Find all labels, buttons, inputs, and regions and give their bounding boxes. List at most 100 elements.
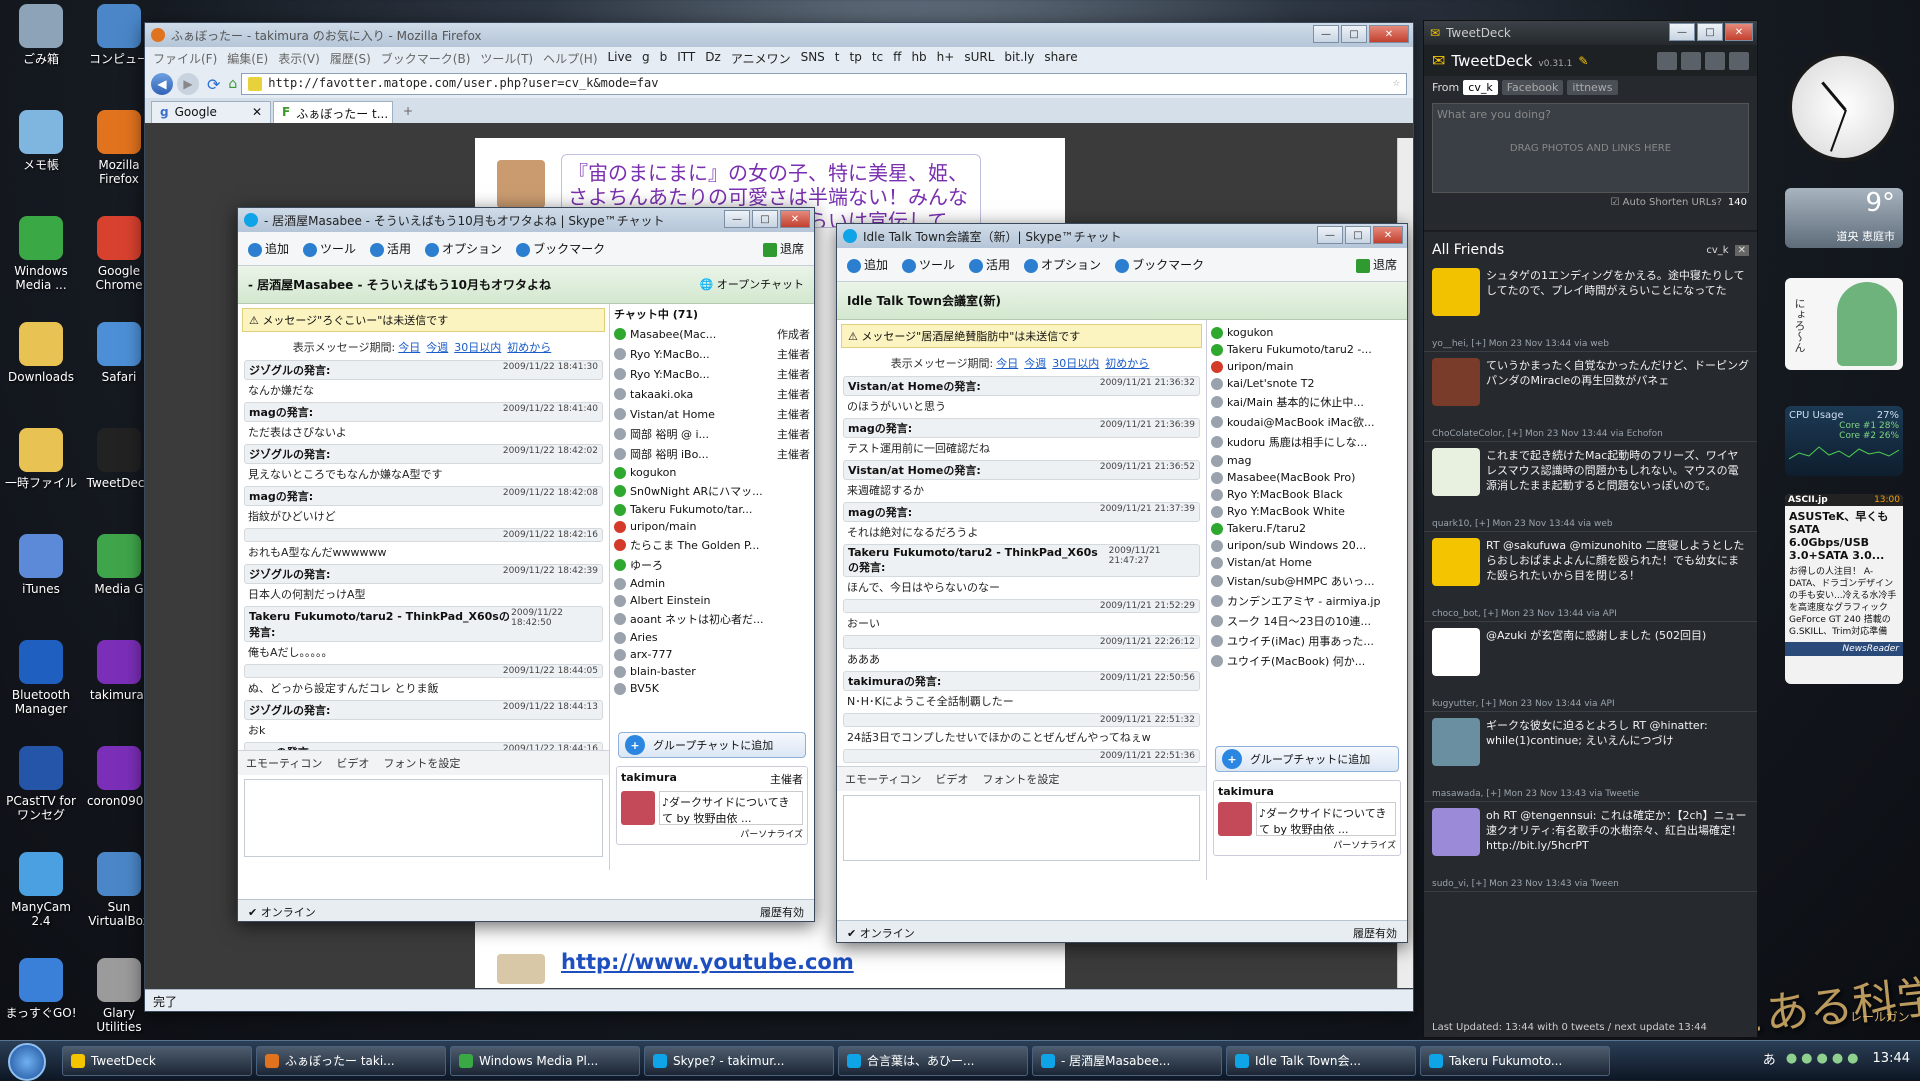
tweet-meta[interactable]: quark10, [+] Mon 23 Nov 13:44 via web (1432, 519, 1613, 529)
mood-message[interactable]: ♪ダークサイドについてきて by 牧野由依 ... (1256, 802, 1396, 836)
reload-icon[interactable]: ⟳ (207, 75, 220, 94)
period-link[interactable]: 30日以内 (454, 341, 501, 354)
minimize-button[interactable]: — (1669, 23, 1695, 41)
account-ittnews[interactable]: ittnews (1567, 80, 1618, 95)
tweet[interactable]: oh RT @tengennsui: これは確定か：【2ch】ニュー速クオリティ… (1424, 802, 1757, 892)
message-sender[interactable]: ジゾグルの発言: (249, 362, 330, 378)
participant[interactable]: Admin (610, 575, 814, 592)
toolbar-button[interactable]: ツール (303, 240, 356, 257)
toolbar-button-2[interactable] (1681, 51, 1701, 70)
skype1-titlebar[interactable]: - 居酒屋Masabee - そういえばもう10月もオワタよね | Skype™… (238, 208, 814, 232)
menu-item[interactable]: 履歴(S) (330, 50, 371, 67)
participant[interactable]: Ryo Y:MacBo... 主催者 (610, 344, 814, 364)
taskbar-button[interactable]: TweetDeck (62, 1045, 252, 1076)
message-sender[interactable]: Takeru Fukumoto/taru2 - ThinkPad_X60sの発言… (249, 608, 511, 640)
minimize-button[interactable]: — (1313, 25, 1339, 43)
participant[interactable]: カンデンエアミヤ - airmiya.jp (1207, 591, 1407, 611)
period-link[interactable]: 今週 (426, 341, 448, 354)
toolbar-button[interactable]: オプション (425, 240, 502, 257)
taskbar-button[interactable]: Skype? - takimur... (644, 1045, 834, 1076)
compose-tool-button[interactable]: エモーティコン (246, 755, 322, 771)
toolbar-button[interactable]: オプション (1024, 256, 1101, 273)
desktop-icon[interactable]: 一時ファイル (2, 428, 80, 490)
bookmark-item[interactable]: tc (872, 50, 883, 67)
toolbar-button[interactable]: 活用 (969, 256, 1010, 273)
online-status[interactable]: ✔ オンライン (248, 904, 316, 919)
toolbar-button[interactable]: 追加 (847, 256, 888, 273)
participant[interactable]: Ryo Y:MacBook Black (1207, 486, 1407, 503)
add-to-group-chat-button[interactable]: + グループチャットに追加 (1215, 746, 1399, 772)
bookmark-item[interactable]: Live (608, 50, 633, 67)
participant[interactable]: スーク 14日～23日の10連... (1207, 611, 1407, 631)
back-button[interactable]: ◀ (151, 73, 173, 95)
message-sender[interactable]: takimuraの発言: (848, 673, 941, 689)
personalize-button[interactable]: パーソナライズ (1218, 838, 1396, 851)
toolbar-button-3[interactable] (1705, 51, 1725, 70)
participant[interactable]: Ryo Y:MacBook White (1207, 503, 1407, 520)
column-close-icon[interactable]: ✕ (1734, 244, 1749, 256)
tweet-meta[interactable]: yo__hei, [+] Mon 23 Nov 13:44 via web (1432, 339, 1609, 349)
taskbar-button[interactable]: 合言葉は、あひー... (838, 1045, 1028, 1076)
toolbar-button[interactable]: ブックマーク (516, 240, 605, 257)
tray-icons[interactable]: ●●●●● (1786, 1051, 1863, 1066)
tweet-meta[interactable]: kugyutter, [+] Mon 23 Nov 13:44 via API (1432, 699, 1615, 709)
tweet-avatar[interactable] (1432, 808, 1480, 856)
tweet-meta[interactable]: sudo_vi, [+] Mon 23 Nov 13:43 via Tween (1432, 879, 1619, 889)
participant[interactable]: 岡部 裕明 iBo... 主催者 (610, 444, 814, 464)
toolbar-button-4[interactable] (1729, 51, 1749, 70)
compose-box[interactable]: What are you doing? DRAG PHOTOS AND LINK… (1432, 103, 1749, 193)
participant[interactable]: uripon/main (1207, 358, 1407, 375)
bookmark-item[interactable]: ff (893, 50, 901, 67)
participant[interactable]: たらこま The Golden P... (610, 535, 814, 555)
desktop-icon[interactable]: Downloads (2, 322, 80, 384)
taskbar-button[interactable]: ふぁぼったー taki... (256, 1045, 446, 1076)
taskbar-button[interactable]: Windows Media Pl... (450, 1045, 640, 1076)
tweet-avatar[interactable] (1432, 358, 1480, 406)
tweet-avatar[interactable] (1432, 448, 1480, 496)
taskbar-button[interactable]: - 居酒屋Masabee... (1032, 1045, 1222, 1076)
home-icon[interactable]: ⌂ (228, 76, 237, 92)
bookmark-item[interactable]: share (1044, 50, 1077, 67)
open-chat-link[interactable]: 🌐 オープンチャット (700, 276, 804, 292)
menu-item[interactable]: ツール(T) (480, 50, 533, 67)
close-button[interactable]: ✕ (1725, 23, 1753, 41)
participant[interactable]: Ryo Y:MacBo... 主催者 (610, 364, 814, 384)
participant[interactable]: kogukon (1207, 324, 1407, 341)
toolbar-button[interactable]: ツール (902, 256, 955, 273)
period-link[interactable]: 初めから (507, 341, 551, 354)
participant[interactable]: Takeru Fukumoto/tar... (610, 501, 814, 518)
taskbar-button[interactable]: Idle Talk Town会... (1226, 1045, 1416, 1076)
message-sender[interactable]: ジゾグルの発言: (249, 566, 330, 582)
address-bar[interactable]: http://favotter.matope.com/user.php?user… (241, 73, 1407, 95)
tweet[interactable]: ギークな彼女に迫るとよろし RT @hinatter: while(1)cont… (1424, 712, 1757, 802)
tweet[interactable]: @Azuki が玄宮南に感謝しました (502回目) kugyutter, [+]… (1424, 622, 1757, 712)
toolbar-button[interactable]: 活用 (370, 240, 411, 257)
participant[interactable]: Sn0wNight ARにハマッ... (610, 481, 814, 501)
tweet-avatar[interactable] (1432, 718, 1480, 766)
period-link[interactable]: 今週 (1024, 357, 1046, 370)
message-sender[interactable]: Vistan/at Homeの発言: (848, 462, 981, 478)
desktop-icon[interactable]: PCastTV for ワンセグ (2, 746, 80, 822)
account-facebook[interactable]: Facebook (1501, 80, 1564, 95)
participant[interactable]: uripon/main (610, 518, 814, 535)
message-sender[interactable]: magの発言: (249, 744, 313, 750)
start-button[interactable] (8, 1043, 46, 1081)
compose-tool-button[interactable]: エモーティコン (845, 771, 921, 787)
period-link[interactable]: 今日 (996, 357, 1018, 370)
participant[interactable]: 岡部 裕明 @ i... 主催者 (610, 424, 814, 444)
participant[interactable]: Vistan/at Home 主催者 (610, 404, 814, 424)
mood-message[interactable]: ♪ダークサイドについてきて by 牧野由依 ... (659, 791, 803, 825)
participant[interactable]: Masabee(MacBook Pro) (1207, 469, 1407, 486)
participant[interactable]: aoant ネットは初心者だ... (610, 609, 814, 629)
participant[interactable]: takaaki.oka 主催者 (610, 384, 814, 404)
toolbar-button-1[interactable] (1657, 51, 1677, 70)
new-tab-button[interactable]: + (395, 101, 421, 123)
minimize-button[interactable]: — (1317, 226, 1343, 244)
maximize-button[interactable]: □ (1341, 25, 1367, 43)
participant[interactable]: kai/Let'snote T2 (1207, 375, 1407, 392)
participant[interactable]: Vistan/sub@HMPC あいっ... (1207, 571, 1407, 591)
desktop-icon[interactable]: まっすぐGO! (2, 958, 80, 1020)
compose-tool-button[interactable]: フォントを設定 (383, 755, 460, 771)
desktop-icon[interactable]: iTunes (2, 534, 80, 596)
tweet-meta[interactable]: ChoColateColor, [+] Mon 23 Nov 13:44 via… (1432, 429, 1663, 439)
